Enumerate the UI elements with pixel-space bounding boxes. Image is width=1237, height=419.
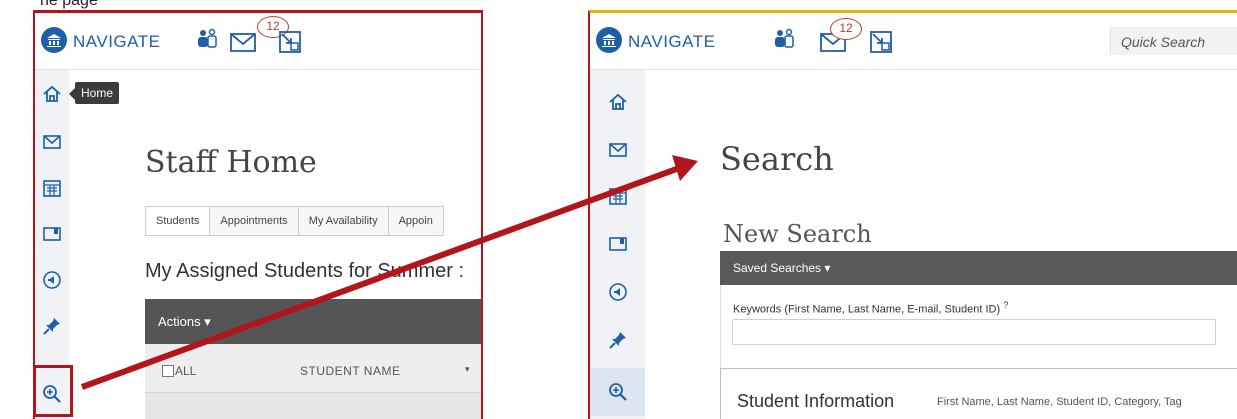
annotation-arrow [80,155,698,390]
